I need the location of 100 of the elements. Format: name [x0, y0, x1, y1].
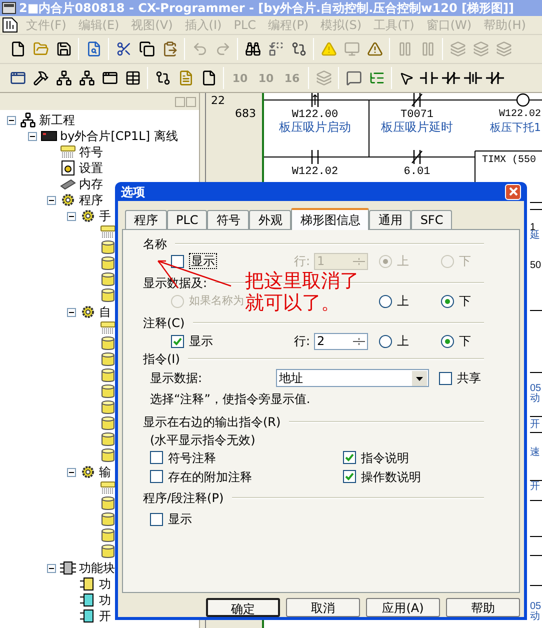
tree-item[interactable]: 内存 — [79, 177, 103, 191]
tree-item[interactable]: 设置 — [79, 161, 103, 175]
ladder-fragment: 05 — [530, 601, 542, 612]
checkbox-label: 显示 — [189, 333, 213, 350]
checkbox-label: 共享 — [457, 370, 481, 387]
radio-label: 下 — [459, 293, 471, 310]
close-button[interactable] — [505, 184, 521, 200]
dialog-button[interactable]: 取消 — [286, 598, 360, 617]
radio-label: 上 — [397, 293, 409, 310]
checkbox[interactable] — [343, 451, 356, 464]
operand-address: T0071 — [400, 109, 434, 121]
ladder-fragment: 50 — [530, 260, 542, 272]
checkbox[interactable] — [150, 512, 163, 526]
cylinder-icon — [101, 512, 115, 528]
group-heading: 显示在右边的输出指令(R) — [143, 414, 281, 431]
group-heading: 程序/段注释(P) — [143, 490, 224, 507]
contact-icon[interactable] — [420, 71, 438, 85]
checkbox[interactable] — [343, 470, 356, 483]
tab[interactable]: 程序 — [125, 210, 167, 229]
cylinder-icon — [101, 448, 115, 464]
tree-item[interactable]: 功 — [99, 593, 111, 607]
checkbox-label: 存在的附加注释 — [168, 468, 252, 486]
operand-comment: 板压吸片延时 — [381, 121, 453, 134]
checkbox[interactable] — [171, 254, 184, 268]
cylinder-icon — [101, 256, 115, 272]
gear-icon — [80, 464, 96, 480]
collapse-toggle[interactable] — [47, 196, 56, 204]
cylinder-icon — [101, 416, 115, 432]
tab[interactable]: SFC — [411, 210, 452, 229]
tab[interactable]: 通用 — [369, 210, 412, 229]
collapse-toggle[interactable] — [67, 212, 76, 220]
document-icon — [2, 17, 18, 33]
hint-text: 选择“注释”，使指令旁显示值. — [150, 391, 310, 408]
tab[interactable]: 外观 — [249, 210, 292, 229]
operand-address: W122.00 — [292, 109, 338, 121]
cylinder-icon — [101, 432, 115, 448]
operand-address: W122.02 — [292, 166, 338, 178]
radio-label: 下 — [459, 333, 471, 350]
tree-item[interactable]: 符号 — [79, 145, 103, 159]
checkbox-label: 显示 — [189, 253, 217, 269]
gear-icon — [80, 208, 96, 224]
checkbox[interactable] — [439, 372, 452, 384]
tree-item[interactable]: 自 — [99, 305, 111, 319]
group-heading: 指令(I) — [143, 351, 180, 368]
tree-item[interactable]: 功 — [99, 577, 111, 591]
radio-label: 上 — [397, 333, 409, 350]
dialog-button[interactable]: 帮助 — [446, 598, 520, 617]
document-icon — [61, 160, 75, 176]
cylinder-icon — [101, 368, 115, 384]
radio-label: 如果名称为 — [189, 292, 244, 309]
checkbox-label: 显示 — [168, 511, 192, 528]
collapse-toggle[interactable] — [28, 132, 37, 140]
rung-number: 22 — [211, 95, 225, 107]
row-spinner[interactable]: 2 — [314, 332, 368, 350]
collapse-toggle[interactable] — [47, 564, 56, 572]
ladder-fragment: 速 — [530, 447, 540, 459]
contact-icon[interactable] — [464, 71, 482, 85]
cylinder-icon — [101, 240, 115, 256]
cylinder-icon — [101, 272, 115, 288]
collapse-toggle[interactable] — [67, 468, 76, 476]
ladder-fragment: 动 — [530, 611, 540, 623]
cylinder-icon — [101, 496, 115, 512]
group-heading: 注释(C) — [143, 315, 185, 332]
gear-icon — [60, 192, 76, 208]
checkbox[interactable] — [171, 334, 184, 348]
operand-address: W122.02 — [498, 109, 541, 121]
close-icon — [508, 187, 518, 196]
tab[interactable]: 梯形图信息 — [291, 208, 370, 230]
network-icon — [20, 112, 36, 128]
tree-item[interactable]: 新工程 — [39, 113, 75, 127]
gear-icon — [80, 304, 96, 320]
radio-button[interactable] — [441, 294, 454, 308]
checkbox[interactable] — [150, 470, 163, 483]
contact-icon[interactable] — [442, 71, 460, 85]
collapse-toggle[interactable] — [7, 116, 16, 124]
checkbox[interactable] — [150, 451, 163, 464]
tree-item[interactable]: 手 — [99, 209, 111, 223]
cylinder-icon — [101, 288, 115, 304]
collapse-toggle[interactable] — [67, 308, 76, 316]
ladder-fragment: 开 — [530, 419, 540, 431]
dialog-button[interactable]: 应用(A) — [366, 598, 440, 617]
dialog-button[interactable]: 确定 — [206, 598, 280, 617]
contact-icon[interactable] — [486, 71, 504, 85]
tree-item[interactable]: 程序 — [79, 193, 103, 207]
ladder-fragment: 动 — [530, 393, 540, 405]
tree-item[interactable]: by外合片[CP1L] 离线 — [60, 129, 178, 143]
annotation-text: 把这里取消了 — [245, 270, 359, 292]
radio-label: 下 — [459, 253, 471, 270]
tab[interactable]: PLC — [167, 210, 208, 229]
radio-button[interactable] — [379, 294, 392, 308]
cylinder-icon — [101, 352, 115, 368]
display-data-dropdown[interactable]: 地址 — [276, 369, 429, 387]
radio-button[interactable] — [379, 334, 392, 348]
tree-item[interactable]: 开 — [99, 609, 111, 623]
row-label: 行: — [294, 253, 310, 270]
tree-item[interactable]: 输 — [99, 465, 111, 479]
radio-button[interactable] — [441, 334, 454, 348]
tree-item[interactable]: 功能块 — [79, 561, 115, 575]
app-icon — [2, 2, 16, 14]
tab[interactable]: 符号 — [207, 210, 250, 229]
